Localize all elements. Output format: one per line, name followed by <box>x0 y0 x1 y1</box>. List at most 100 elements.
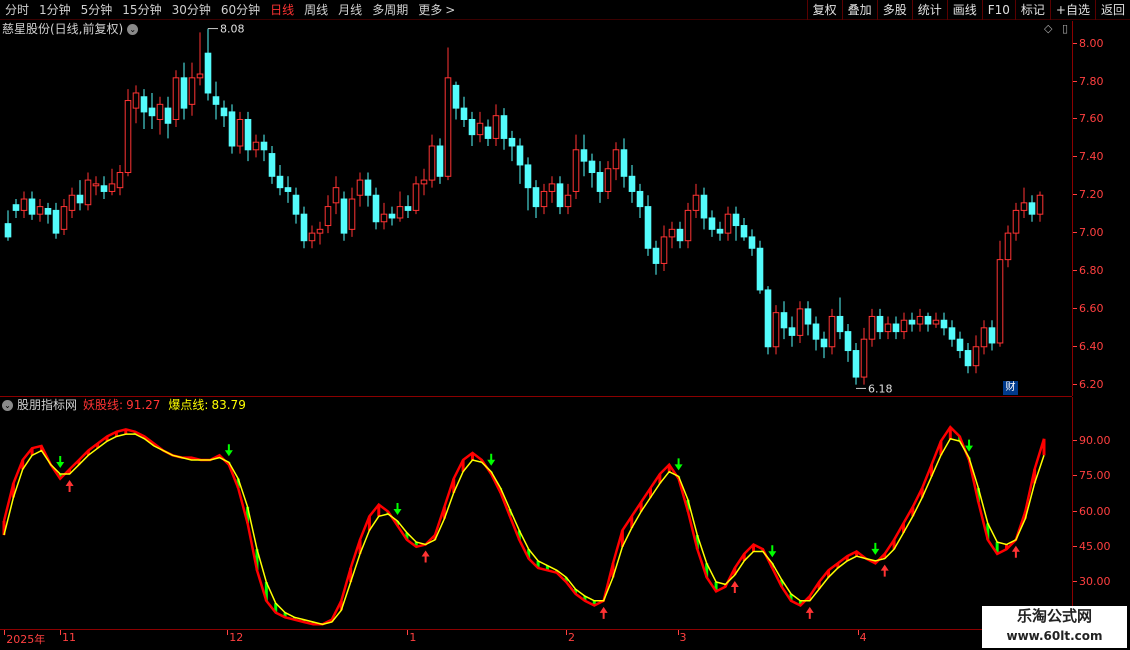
candle-body <box>452 84 460 109</box>
toolbar-button-3[interactable]: 统计 <box>911 0 947 20</box>
candle-body <box>868 315 876 340</box>
chevron-down-icon[interactable]: ⌄ <box>2 399 13 411</box>
price-tick: 7.60 <box>1073 112 1104 126</box>
toolbar-button-1[interactable]: 叠加 <box>841 0 877 20</box>
period-tab-2[interactable]: 5分钟 <box>76 0 118 20</box>
candle-body <box>524 164 532 189</box>
candle-body <box>140 96 148 113</box>
candlestick-chart[interactable]: 8.08 6.18 <box>0 21 1072 396</box>
price-tick: 7.40 <box>1073 150 1104 164</box>
candle-body <box>964 350 972 367</box>
candle-body <box>4 223 12 238</box>
candle-body <box>36 206 44 215</box>
candle-body <box>316 228 324 234</box>
candle-body <box>540 190 548 208</box>
indicator-panel-title: ⌄ 股朋指标网 妖股线: 91.27 爆点线: 83.79 <box>2 397 246 413</box>
candle-body <box>12 204 20 211</box>
candle-body <box>1020 202 1028 211</box>
price-tick: 8.00 <box>1073 36 1104 50</box>
indicator-chart[interactable] <box>0 413 1072 629</box>
candle-body <box>516 145 524 166</box>
toolbar-button-5[interactable]: F10 <box>981 0 1015 20</box>
candle-body <box>820 338 828 348</box>
candle-body <box>716 228 724 234</box>
period-tab-1[interactable]: 1分钟 <box>34 0 76 20</box>
period-tab-0[interactable]: 分时 <box>0 0 34 20</box>
toolbar-buttons: 复权 叠加 多股 统计 画线 F10 标记 +自选 返回 <box>806 0 1130 20</box>
candle-body <box>748 236 756 249</box>
period-tab-4[interactable]: 30分钟 <box>167 0 216 20</box>
candle-body <box>332 187 340 204</box>
buy-arrow-icon <box>730 581 739 593</box>
candle-body <box>628 175 636 192</box>
candle-body <box>996 259 1004 344</box>
price-axis: 8.00 7.80 7.60 7.40 7.20 7.00 6.80 6.60 6.40 6.20 <box>1072 21 1130 396</box>
candle-body <box>972 346 980 367</box>
candle-body <box>324 206 332 227</box>
indicator-tick: 45.00 <box>1073 539 1111 553</box>
period-tab-7[interactable]: 周线 <box>299 0 333 20</box>
candle-body <box>116 172 124 189</box>
period-tab-8[interactable]: 月线 <box>333 0 367 20</box>
candle-body <box>460 107 468 120</box>
toolbar-button-6[interactable]: 标记 <box>1014 0 1050 20</box>
candle-body <box>356 179 364 196</box>
line1-label: 妖股线: <box>83 398 124 412</box>
period-tab-5[interactable]: 60分钟 <box>216 0 265 20</box>
candle-body <box>148 107 156 117</box>
price-tick: 6.20 <box>1073 377 1104 391</box>
candle-body <box>52 209 60 234</box>
period-tab-6[interactable]: 日线 <box>265 0 299 20</box>
candle-body <box>500 115 508 139</box>
low-price-label: 6.18 <box>868 382 893 395</box>
indicator-axis: 90.0075.0060.0045.0030.0015.00 <box>1072 397 1130 629</box>
candle-body <box>988 327 996 344</box>
candle-body <box>244 118 252 151</box>
candle-body <box>924 315 932 325</box>
candle-body <box>804 308 812 325</box>
period-tab-10[interactable]: 更多 > <box>413 0 460 20</box>
date-label: 1 <box>409 631 417 644</box>
toolbar-button-7[interactable]: +自选 <box>1049 0 1095 20</box>
sell-arrow-icon <box>393 503 402 515</box>
sell-arrow-icon <box>871 542 880 555</box>
price-tick: 6.60 <box>1073 301 1104 315</box>
candle-body <box>236 118 244 147</box>
candle-body <box>372 194 380 223</box>
date-label: 2025年 <box>6 633 46 646</box>
period-tab-3[interactable]: 15分钟 <box>117 0 166 20</box>
candle-body <box>548 183 556 192</box>
date-label: 3 <box>679 631 687 644</box>
candle-body <box>28 198 36 215</box>
candle-body <box>564 194 572 208</box>
candle-body <box>84 179 92 206</box>
toolbar-button-8[interactable]: 返回 <box>1094 0 1130 20</box>
candle-body <box>108 183 116 192</box>
candle-body <box>476 122 484 136</box>
candle-body <box>572 149 580 192</box>
candle-body <box>652 247 660 264</box>
sell-arrow-icon <box>224 444 233 457</box>
date-tick <box>857 630 859 635</box>
candle-body <box>900 319 908 333</box>
period-tab-9[interactable]: 多周期 <box>367 0 413 20</box>
indicator-tick: 60.00 <box>1073 504 1111 518</box>
indicator-name: 股朋指标网 <box>17 398 78 412</box>
candle-body <box>852 350 860 378</box>
candle-body <box>556 183 564 208</box>
toolbar-button-2[interactable]: 多股 <box>876 0 912 20</box>
candle-body <box>580 149 588 162</box>
candle-body <box>44 208 52 215</box>
date-label: 12 <box>229 631 244 644</box>
candle-body <box>948 327 956 340</box>
toolbar-button-4[interactable]: 画线 <box>946 0 982 20</box>
candle-body <box>348 198 356 230</box>
candle-body <box>1004 232 1012 261</box>
finance-badge[interactable]: 财 <box>1003 381 1018 395</box>
candle-body <box>228 111 236 147</box>
baodian-line <box>3 433 1045 626</box>
toolbar-button-0[interactable]: 复权 <box>806 0 842 20</box>
date-tick <box>60 630 62 635</box>
candle-body <box>212 96 220 105</box>
candle-body <box>724 213 732 234</box>
